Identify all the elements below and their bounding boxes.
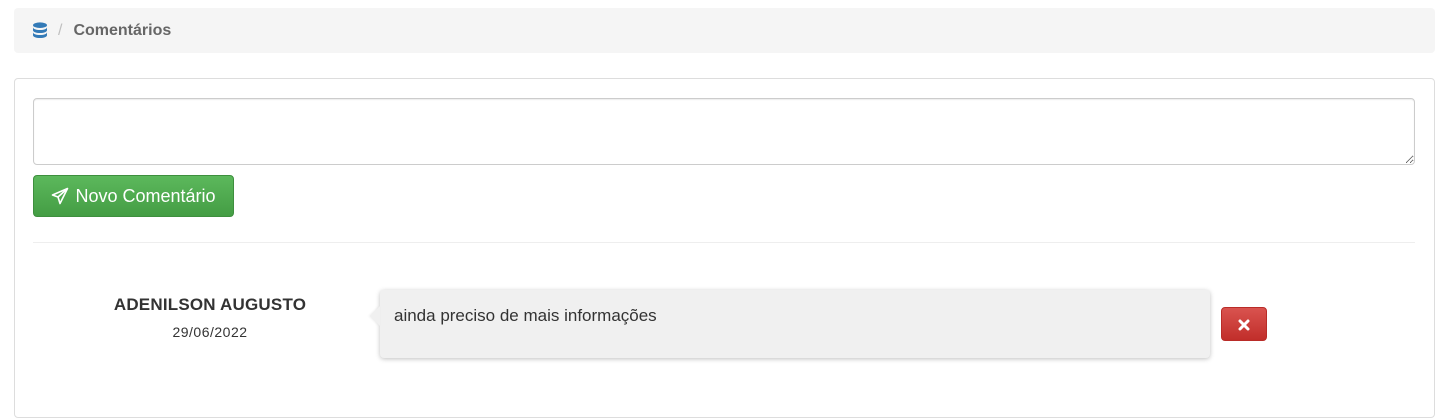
comment-date: 29/06/2022 bbox=[172, 324, 248, 340]
author-name: ADENILSON AUGUSTO bbox=[113, 295, 307, 314]
new-comment-button[interactable]: Novo Comentário bbox=[33, 175, 234, 217]
divider bbox=[33, 242, 1415, 243]
new-comment-label: Novo Comentário bbox=[75, 185, 216, 206]
breadcrumb-separator: / bbox=[58, 21, 63, 39]
comments-panel: Novo Comentário ADENILSON AUGUSTO 29/06/… bbox=[14, 78, 1435, 418]
paper-plane-icon bbox=[51, 187, 69, 205]
comment-author: ADENILSON AUGUSTO 29/06/2022 bbox=[75, 295, 345, 340]
delete-comment-button[interactable] bbox=[1221, 307, 1267, 341]
breadcrumb-current: Comentários bbox=[73, 21, 172, 39]
bubble-arrow bbox=[370, 306, 380, 326]
close-icon bbox=[1238, 318, 1250, 331]
comment-text: ainda preciso de mais informações bbox=[394, 306, 657, 325]
database-icon bbox=[32, 21, 48, 40]
comment-input[interactable] bbox=[33, 98, 1415, 165]
breadcrumb: / Comentários bbox=[14, 8, 1435, 53]
comment-bubble: ainda preciso de mais informações bbox=[370, 290, 1210, 358]
